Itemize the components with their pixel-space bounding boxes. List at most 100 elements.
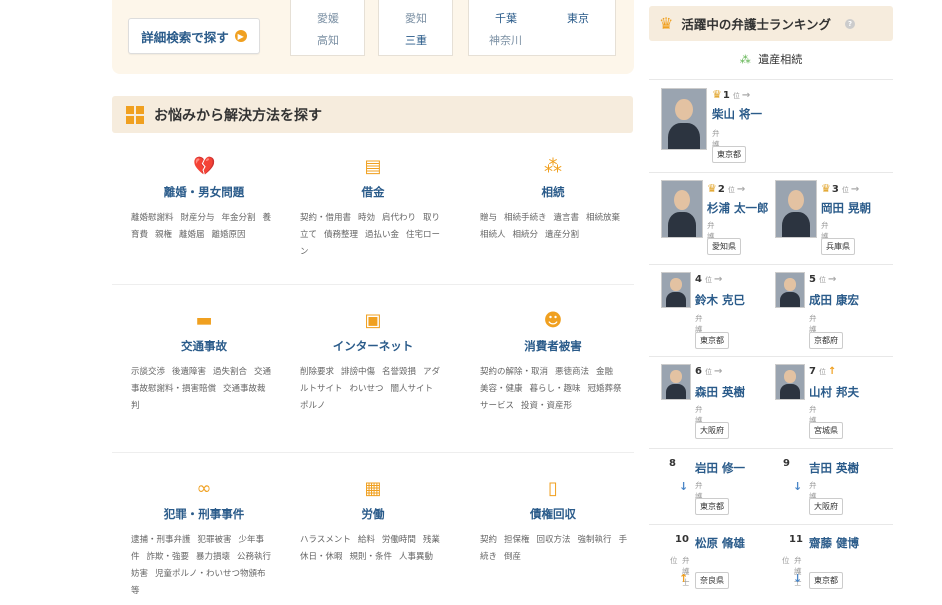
lawyer-photo[interactable] (661, 88, 707, 150)
category-link[interactable]: 美容・健康 (480, 384, 523, 394)
prefecture-link[interactable]: 東京 (567, 10, 589, 26)
prefecture-badge[interactable]: 愛知県 (707, 238, 741, 255)
category-link[interactable]: 暮らし・趣味 (530, 384, 581, 394)
prefecture-badge[interactable]: 東京都 (712, 146, 746, 163)
prefecture-badge[interactable]: 東京都 (809, 572, 843, 589)
divider (649, 172, 893, 173)
category-link[interactable]: 給料 (358, 535, 375, 545)
category-link[interactable]: 過払い金 (365, 230, 399, 240)
category-link[interactable]: 暴力損壊 (196, 552, 230, 562)
category-link[interactable]: ポルノ (300, 401, 326, 411)
category-link[interactable]: 残業 (423, 535, 440, 545)
category-title[interactable]: インターネット (286, 338, 460, 354)
category-link[interactable]: 親権 (155, 230, 172, 240)
prefecture-badge[interactable]: 京都府 (809, 332, 843, 349)
prefecture-link[interactable]: 高知 (317, 32, 339, 48)
lawyer-photo[interactable] (775, 272, 805, 308)
help-icon[interactable]: ? (844, 18, 855, 29)
category-link[interactable]: 倒産 (504, 552, 521, 562)
detail-search-button[interactable]: 詳細検索で探す ▶ (128, 18, 260, 54)
category-title[interactable]: 消費者被害 (466, 338, 640, 354)
category-link[interactable]: 過失割合 (213, 367, 247, 377)
category-link[interactable]: 離婚原因 (212, 230, 246, 240)
category-link[interactable]: 相続人 (480, 230, 506, 240)
category-link[interactable]: 削除要求 (300, 367, 334, 377)
category-link[interactable]: 闇人サイト (391, 384, 434, 394)
lawyer-photo[interactable] (661, 180, 703, 238)
category-link[interactable]: 遺言書 (554, 213, 580, 223)
category-link[interactable]: 時効 (358, 213, 375, 223)
category-link[interactable]: 犯罪被害 (198, 535, 232, 545)
broken-heart-icon: 💔 (193, 156, 216, 177)
category-title[interactable]: 交通事故 (117, 338, 291, 354)
lawyer-name[interactable]: 岩田 修一 (695, 460, 745, 476)
category-link[interactable]: 相続手続き (504, 213, 547, 223)
category-link[interactable]: 遺産分割 (545, 230, 579, 240)
lawyer-name[interactable]: 吉田 英樹 (809, 460, 859, 476)
category-links: 契約の解除・取消 悪徳商法 金融美容・健康 暮らし・趣味 冠婚葬祭サービス 投資・資産形 (466, 364, 640, 415)
category-link[interactable]: 回収方法 (537, 535, 571, 545)
category-link[interactable]: 逮捕・刑事弁護 (131, 535, 191, 545)
category-link[interactable]: 財産分与 (181, 213, 215, 223)
category-link[interactable]: 誹謗中傷 (341, 367, 375, 377)
prefecture-badge[interactable]: 大阪府 (809, 498, 843, 515)
category-link[interactable]: 担保権 (504, 535, 530, 545)
category-link[interactable]: 悪徳商法 (555, 367, 589, 377)
category-link[interactable]: 金融 (596, 367, 613, 377)
lawyer-name[interactable]: 柴山 将一 (712, 106, 762, 122)
category-link[interactable]: 契約の解除・取消 (480, 367, 548, 377)
prefecture-link[interactable]: 愛媛 (317, 10, 339, 26)
category-link[interactable]: 相続放棄 (586, 213, 620, 223)
category-link[interactable]: 規則・条件 (350, 552, 393, 562)
lawyer-photo[interactable] (775, 364, 805, 400)
category-link[interactable]: ハラスメント (300, 535, 351, 545)
category-link[interactable]: 肩代わり (382, 213, 416, 223)
category-link[interactable]: 詐欺・強要 (147, 552, 190, 562)
lawyer-name[interactable]: 成田 康宏 (809, 292, 859, 308)
category-title[interactable]: 相続 (466, 184, 640, 200)
category-link[interactable]: 契約・借用書 (300, 213, 351, 223)
lawyer-name[interactable]: 森田 英樹 (695, 384, 745, 400)
category-title[interactable]: 労働 (286, 506, 460, 522)
lawyer-name[interactable]: 松原 脩雄 (695, 535, 745, 551)
prefecture-badge[interactable]: 兵庫県 (821, 238, 855, 255)
category-link[interactable]: わいせつ (350, 384, 384, 394)
category-link[interactable]: 児童ポルノ・わいせつ物頒布等 (131, 569, 266, 596)
category-link[interactable]: 名誉毀損 (382, 367, 416, 377)
prefecture-badge[interactable]: 奈良県 (695, 572, 729, 589)
lawyer-name[interactable]: 山村 邦夫 (809, 384, 859, 400)
category-title[interactable]: 債権回収 (466, 506, 640, 522)
category-link[interactable]: 休日・休暇 (300, 552, 343, 562)
category-title[interactable]: 借金 (286, 184, 460, 200)
prefecture-link[interactable]: 千葉 (495, 10, 517, 26)
lawyer-name[interactable]: 杉浦 太一郎 (707, 200, 769, 216)
category-link[interactable]: 後遺障害 (172, 367, 206, 377)
lawyer-name[interactable]: 齋藤 健博 (809, 535, 859, 551)
category-link[interactable]: 投資・資産形 (521, 401, 572, 411)
category-link[interactable]: 離婚慰謝料 (131, 213, 174, 223)
category-link[interactable]: 強制執行 (578, 535, 612, 545)
lawyer-photo[interactable] (661, 364, 691, 400)
prefecture-badge[interactable]: 東京都 (695, 498, 729, 515)
prefecture-link[interactable]: 神奈川 (489, 32, 522, 48)
prefecture-badge[interactable]: 宮城県 (809, 422, 843, 439)
category-link[interactable]: 離婚届 (179, 230, 205, 240)
lawyer-name[interactable]: 鈴木 克巳 (695, 292, 745, 308)
category-title[interactable]: 離婚・男女問題 (117, 184, 291, 200)
category-link[interactable]: 労働時間 (382, 535, 416, 545)
category-link[interactable]: 相続分 (513, 230, 539, 240)
category-link[interactable]: 債務整理 (324, 230, 358, 240)
lawyer-photo[interactable] (775, 180, 817, 238)
category-link[interactable]: 契約 (480, 535, 497, 545)
category-link[interactable]: 示談交渉 (131, 367, 165, 377)
prefecture-badge[interactable]: 大阪府 (695, 422, 729, 439)
lawyer-photo[interactable] (661, 272, 691, 308)
prefecture-badge[interactable]: 東京都 (695, 332, 729, 349)
prefecture-link[interactable]: 愛知 (405, 10, 427, 26)
category-title[interactable]: 犯罪・刑事事件 (117, 506, 291, 522)
category-link[interactable]: 人事異動 (399, 552, 433, 562)
prefecture-link[interactable]: 三重 (405, 32, 427, 48)
lawyer-name[interactable]: 岡田 晃朝 (821, 200, 871, 216)
category-link[interactable]: 年金分割 (222, 213, 256, 223)
category-link[interactable]: 贈与 (480, 213, 497, 223)
